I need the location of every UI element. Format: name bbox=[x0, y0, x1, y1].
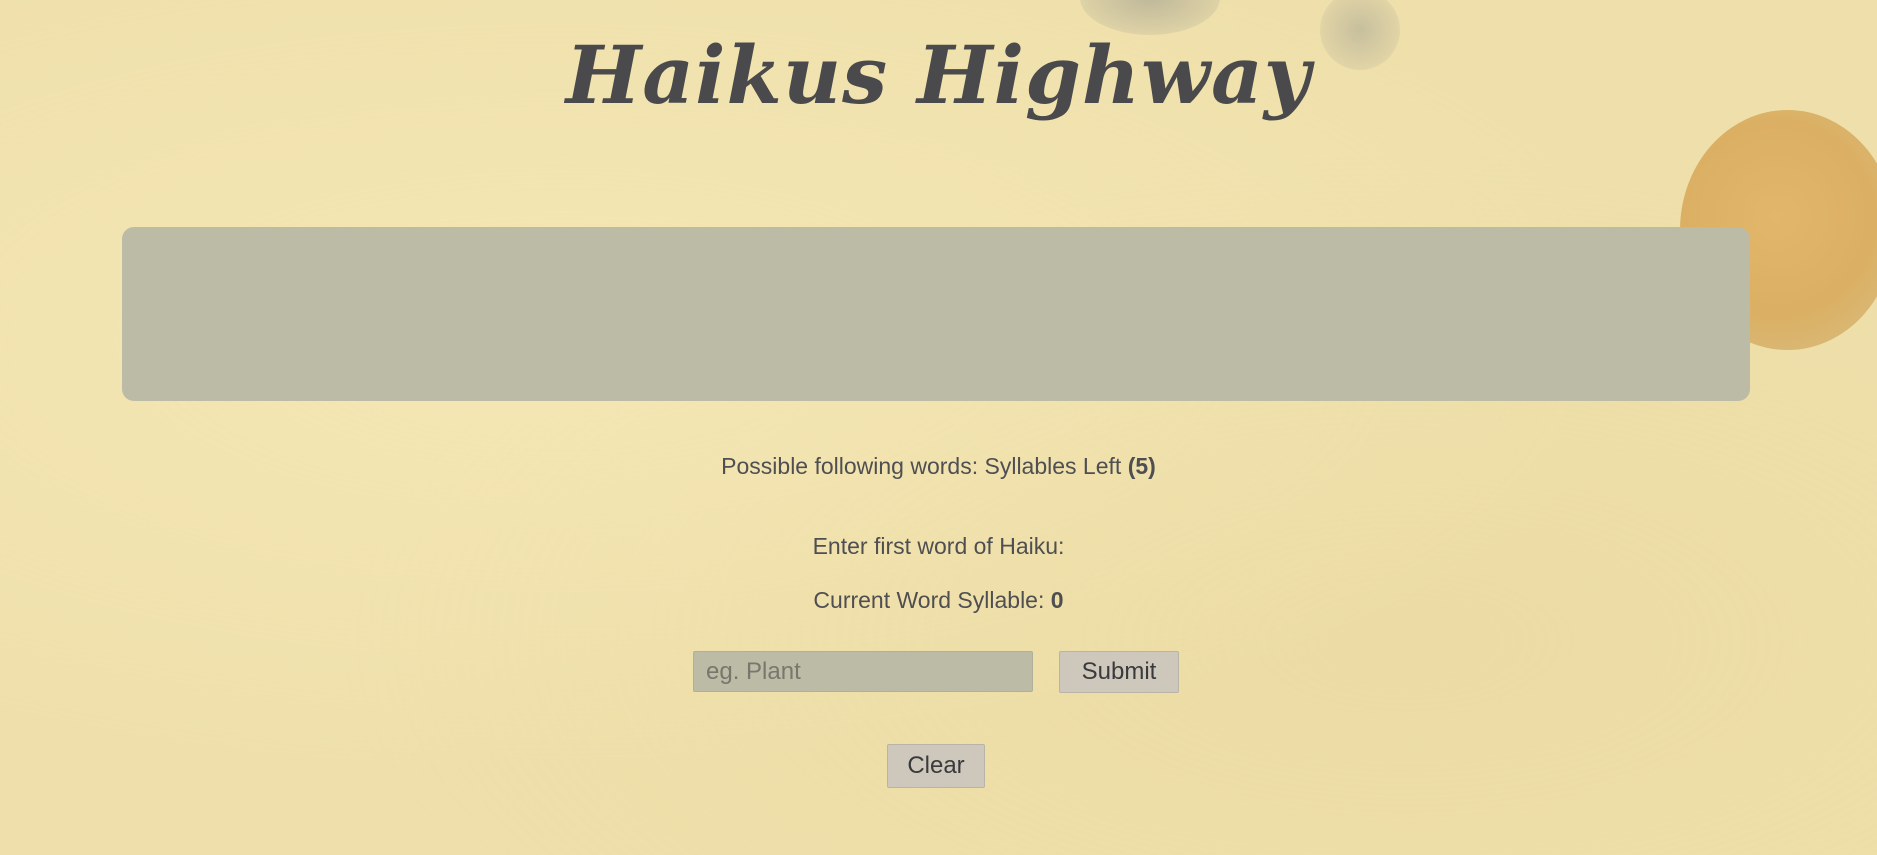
current-word-syllable-line: Current Word Syllable: 0 bbox=[0, 587, 1877, 614]
possible-words-line: Possible following words: Syllables Left… bbox=[0, 453, 1877, 480]
enter-word-prompt: Enter first word of Haiku: bbox=[812, 533, 1065, 559]
page-title: Haikus Highway bbox=[565, 28, 1312, 122]
current-word-syllable-count: 0 bbox=[1050, 587, 1064, 613]
possible-words-label: Possible following words: Syllables Left bbox=[721, 453, 1122, 479]
submit-button[interactable]: Submit bbox=[1059, 651, 1179, 693]
syllables-left-count: (5) bbox=[1127, 453, 1156, 479]
word-input[interactable] bbox=[693, 651, 1033, 692]
clear-button[interactable]: Clear bbox=[887, 744, 985, 788]
haiku-display-panel bbox=[122, 227, 1750, 401]
current-word-syllable-label: Current Word Syllable: bbox=[813, 587, 1045, 613]
